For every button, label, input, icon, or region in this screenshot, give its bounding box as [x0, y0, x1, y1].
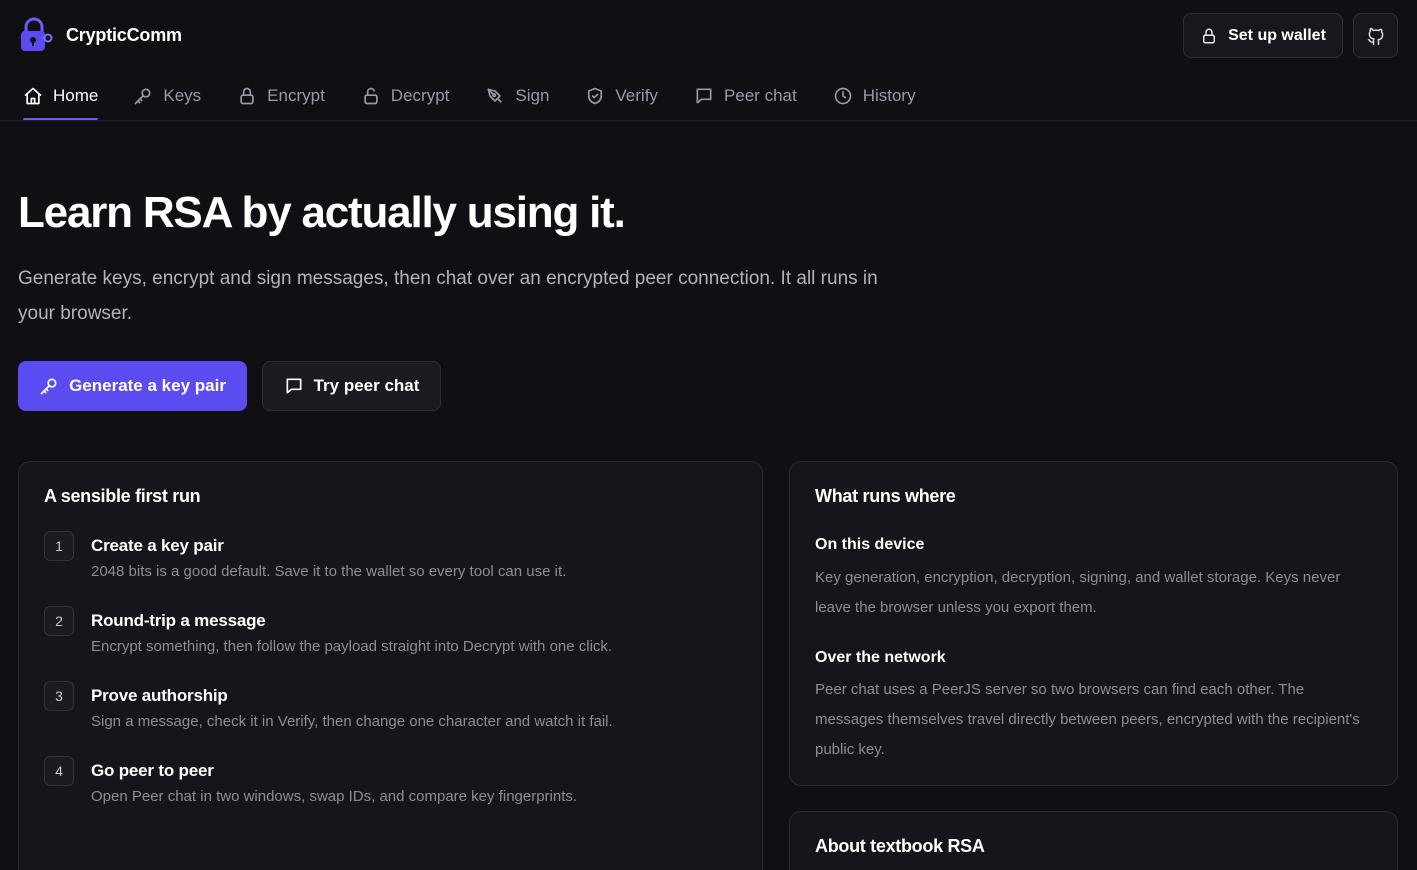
- nav-verify[interactable]: Verify: [585, 72, 658, 120]
- step-number: 4: [44, 756, 74, 786]
- step-title: Create a key pair: [91, 536, 224, 555]
- lock-icon: [237, 86, 257, 106]
- list-item: 3 Prove authorship Sign a message, check…: [44, 681, 744, 741]
- try-peer-chat-button[interactable]: Try peer chat: [262, 361, 441, 411]
- step-title: Round-trip a message: [91, 611, 266, 630]
- top-bar: CrypticComm Set up wallet Home Keys Encr…: [0, 0, 1417, 121]
- step-number: 2: [44, 606, 74, 636]
- card-title: A sensible first run: [44, 486, 201, 506]
- nav-keys[interactable]: Keys: [133, 72, 201, 120]
- home-icon: [23, 86, 43, 106]
- generate-key-pair-button[interactable]: Generate a key pair: [18, 361, 247, 411]
- step-title: Go peer to peer: [91, 761, 214, 780]
- lock-icon: [18, 16, 54, 54]
- nav-label: Encrypt: [267, 86, 325, 105]
- clock-icon: [833, 86, 853, 106]
- nav-label: Keys: [163, 86, 202, 105]
- try-peer-chat-label: Try peer chat: [313, 376, 420, 395]
- lock-icon: [1200, 27, 1218, 45]
- nav-label: Sign: [515, 86, 550, 105]
- what-runs-where-card: What runs where On this device Key gener…: [789, 461, 1398, 786]
- active-tab-indicator: [23, 118, 99, 120]
- unlock-icon: [361, 86, 381, 106]
- section-title: Over the network: [815, 649, 946, 666]
- step-title: Prove authorship: [91, 686, 228, 705]
- set-up-wallet-button[interactable]: Set up wallet: [1183, 13, 1343, 58]
- chat-icon: [284, 376, 304, 396]
- shield-icon: [585, 86, 605, 106]
- section-body: Peer chat uses a PeerJS server so two br…: [815, 681, 1360, 758]
- key-icon: [133, 86, 153, 106]
- pen-icon: [485, 86, 505, 106]
- page-subtitle: Generate keys, encrypt and sign messages…: [18, 268, 878, 324]
- nav-label: Verify: [615, 86, 658, 105]
- key-icon: [39, 376, 59, 396]
- nav-label: Peer chat: [723, 86, 797, 105]
- nav-history[interactable]: History: [833, 72, 916, 120]
- step-description: Open Peer chat in two windows, swap IDs,…: [91, 788, 578, 805]
- about-card: About textbook RSA: [789, 811, 1398, 870]
- nav-label: Home: [53, 86, 99, 105]
- main-nav: Home Keys Encrypt Decrypt Sign Verify Pe…: [0, 72, 916, 121]
- card-title: What runs where: [815, 486, 956, 506]
- list-item: 1 Create a key pair 2048 bits is a good …: [44, 531, 744, 591]
- nav-sign[interactable]: Sign: [485, 72, 549, 120]
- set-up-wallet-label: Set up wallet: [1228, 26, 1326, 44]
- nav-label: Decrypt: [390, 86, 450, 105]
- github-button[interactable]: [1353, 13, 1398, 58]
- step-description: Sign a message, check it in Verify, then…: [91, 713, 613, 730]
- nav-home[interactable]: Home: [23, 72, 99, 120]
- nav-encrypt[interactable]: Encrypt: [237, 72, 325, 120]
- nav-peer-chat[interactable]: Peer chat: [694, 72, 797, 120]
- step-number: 1: [44, 531, 74, 561]
- step-description: Encrypt something, then follow the paylo…: [91, 638, 613, 655]
- github-icon: [1366, 26, 1386, 46]
- step-description: 2048 bits is a good default. Save it to …: [91, 563, 567, 580]
- nav-decrypt[interactable]: Decrypt: [361, 72, 450, 120]
- nav-label: History: [862, 86, 916, 105]
- section-title: On this device: [815, 536, 925, 553]
- brand[interactable]: CrypticComm: [18, 16, 182, 54]
- page-title: Learn RSA by actually using it.: [18, 188, 626, 237]
- chat-icon: [694, 86, 714, 106]
- list-item: 4 Go peer to peer Open Peer chat in two …: [44, 756, 744, 816]
- list-item: 2 Round-trip a message Encrypt something…: [44, 606, 744, 666]
- first-run-card: A sensible first run 1 Create a key pair…: [18, 461, 763, 870]
- card-title: About textbook RSA: [815, 836, 985, 856]
- section-body: Key generation, encryption, decryption, …: [815, 569, 1341, 616]
- brand-name: CrypticComm: [66, 24, 182, 45]
- step-number: 3: [44, 681, 74, 711]
- generate-key-pair-label: Generate a key pair: [69, 376, 226, 395]
